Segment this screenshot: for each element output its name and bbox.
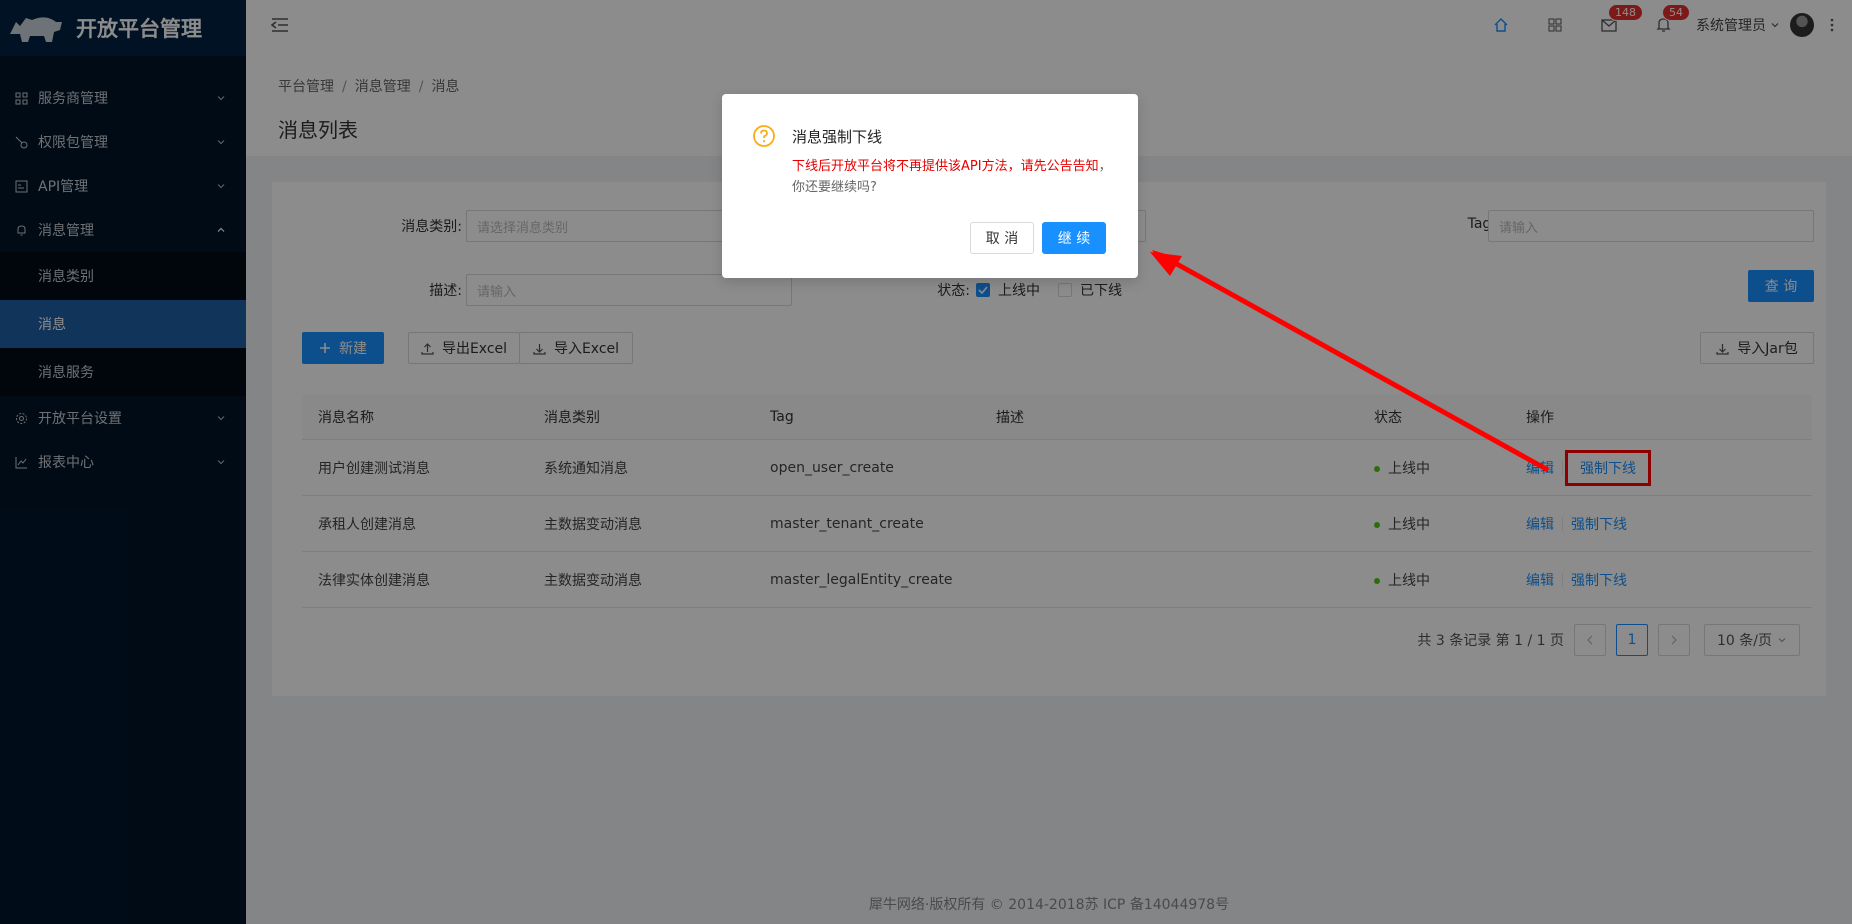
cancel-button[interactable]: 取 消: [970, 222, 1034, 254]
force-offline-confirm-modal: 消息强制下线 下线后开放平台将不再提供该API方法，请先公告告知，你还要继续吗?…: [722, 94, 1138, 278]
modal-content: 下线后开放平台将不再提供该API方法，请先公告告知，你还要继续吗?: [792, 156, 1112, 198]
question-circle-icon: [753, 125, 775, 147]
modal-warning-text: 下线后开放平台将不再提供该API方法，请先公告告知: [792, 159, 1099, 174]
modal-title: 消息强制下线: [792, 128, 883, 146]
continue-button[interactable]: 继 续: [1042, 222, 1106, 254]
